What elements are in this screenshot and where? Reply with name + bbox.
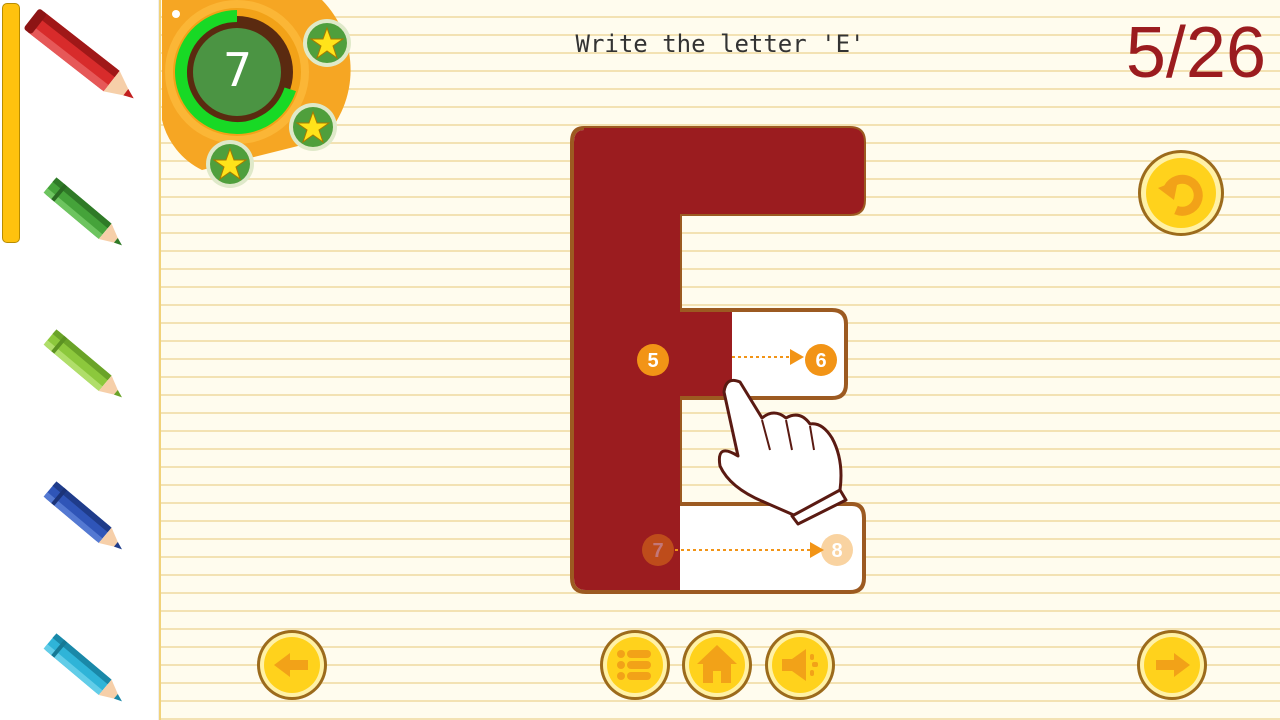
previous-button[interactable] (256, 629, 328, 701)
next-button[interactable] (1136, 629, 1208, 701)
stroke-marker-start: 5 (637, 344, 669, 376)
stroke-marker-end: 6 (805, 344, 837, 376)
svg-text:6: 6 (815, 350, 826, 372)
star-3 (206, 140, 254, 188)
svg-text:5: 5 (647, 350, 658, 372)
sound-button[interactable] (764, 629, 836, 701)
svg-text:7: 7 (652, 540, 663, 562)
pencil-light-green[interactable] (0, 312, 158, 422)
instruction-text: Write the letter 'E' (575, 30, 865, 58)
color-sidebar (0, 0, 159, 720)
list-icon (617, 650, 651, 680)
undo-button[interactable] (1136, 148, 1226, 238)
stroke-marker-next-end: 8 (821, 534, 853, 566)
svg-text:8: 8 (831, 540, 842, 562)
pencil-cyan[interactable] (0, 616, 158, 720)
letter-progress: 5/26 (1125, 13, 1266, 93)
star-1 (303, 19, 351, 67)
star-2 (289, 103, 337, 151)
timer-value: 7 (222, 43, 253, 97)
menu-button[interactable] (599, 629, 671, 701)
home-button[interactable] (681, 629, 753, 701)
pencil-dark-green[interactable] (0, 160, 158, 270)
letter-tracing-area[interactable]: 5 6 7 8 (560, 120, 880, 600)
pencil-red[interactable] (0, 0, 158, 130)
stroke-marker-next-start: 7 (642, 534, 674, 566)
pencil-blue[interactable] (0, 464, 158, 574)
